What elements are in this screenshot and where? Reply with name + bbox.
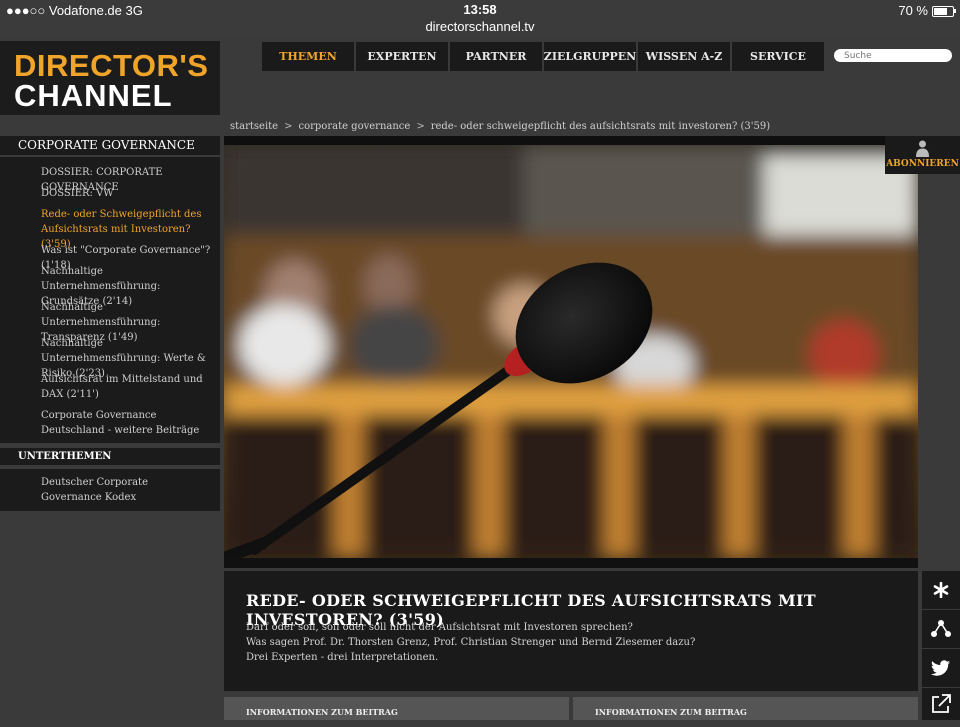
battery-percent: 70 %	[898, 3, 928, 18]
nav-tab-experten[interactable]: EXPERTEN	[356, 42, 448, 71]
breadcrumb-link-topic[interactable]: corporate governance	[299, 121, 411, 132]
subscribe-button[interactable]: ABONNIEREN	[885, 136, 960, 174]
logo-line-2: CHANNEL	[14, 78, 173, 113]
article-description: Darf oder soll, soll oder soll nicht der…	[246, 620, 695, 665]
sidebar-section-title: CORPORATE GOVERNANCE	[0, 136, 220, 155]
nav-tab-themen[interactable]: THEMEN	[262, 42, 354, 71]
article-description-line: Drei Experten - drei Interpretationen.	[246, 652, 439, 663]
subscribe-label: ABONNIEREN	[886, 159, 959, 169]
share-icon[interactable]	[922, 610, 960, 648]
nav-tab-zielgruppen[interactable]: ZIELGRUPPEN	[544, 42, 636, 71]
sidebar-item-dossier-vw[interactable]: DOSSIER: VW	[41, 186, 216, 201]
breadcrumb-separator: >	[284, 121, 293, 132]
site-logo[interactable]: DIRECTOR'S CHANNEL	[0, 41, 220, 115]
sidebar-item-kodex[interactable]: Deutscher Corporate Governance Kodex	[41, 475, 161, 505]
article-description-line: Was sagen Prof. Dr. Thorsten Grenz, Prof…	[246, 637, 696, 648]
clock: 13:58	[463, 2, 497, 17]
info-section-header[interactable]: INFORMATIONEN ZUM BEITRAG	[573, 697, 918, 720]
breadcrumb-current: rede- oder schweigepflicht des aufsichts…	[430, 121, 771, 132]
nav-tab-wissen[interactable]: WISSEN A-Z	[638, 42, 730, 71]
article-panel: REDE- ODER SCHWEIGEPFLICHT DES AUFSICHTS…	[224, 571, 918, 691]
nav-tab-partner[interactable]: PARTNER	[450, 42, 542, 71]
video-still	[224, 145, 918, 558]
asterisk-icon[interactable]	[922, 571, 960, 609]
sidebar-subtopics-list: Deutscher Corporate Governance Kodex	[0, 469, 220, 511]
sidebar-item-weitere-beitraege[interactable]: Corporate Governance Deutschland - weite…	[41, 408, 216, 438]
sidebar-subtopics-title: UNTERTHEMEN	[0, 448, 220, 465]
status-bar: ●●●○○ Vodafone.de 3G 13:58 directorschan…	[0, 0, 960, 38]
twitter-icon[interactable]	[922, 649, 960, 687]
external-link-icon[interactable]	[922, 688, 960, 720]
user-icon	[916, 140, 929, 157]
nav-tab-service[interactable]: SERVICE	[732, 42, 824, 71]
breadcrumb-separator: >	[416, 121, 425, 132]
breadcrumb-link-home[interactable]: startseite	[230, 121, 278, 132]
video-controls-bar	[224, 558, 918, 568]
battery-icon	[932, 6, 956, 17]
search-input[interactable]	[834, 49, 952, 62]
video-player[interactable]	[224, 145, 918, 558]
info-section-header[interactable]: INFORMATIONEN ZUM BEITRAG	[224, 697, 569, 720]
article-description-line: Darf oder soll, soll oder soll nicht der…	[246, 622, 633, 633]
video-top-bar	[224, 136, 918, 145]
breadcrumb: startseite > corporate governance > rede- od…	[230, 121, 770, 132]
sidebar-item-mittelstand-dax[interactable]: Aufsichtsrat im Mittelstand und DAX (2'1…	[41, 372, 216, 402]
sidebar-list: DOSSIER: CORPORATE GOVERNANCE DOSSIER: V…	[0, 157, 220, 443]
main-navigation: THEMEN EXPERTEN PARTNER ZIELGRUPPEN WISS…	[262, 42, 826, 71]
address-bar[interactable]: directorschannel.tv	[0, 19, 960, 34]
